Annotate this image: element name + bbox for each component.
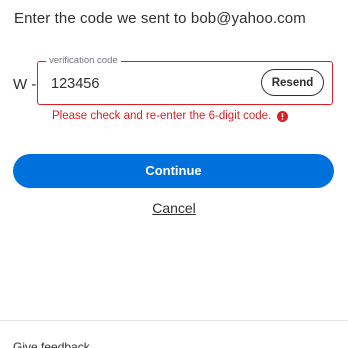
verification-code-label: verification code: [46, 55, 121, 67]
verification-code-field: verification code Resend: [37, 55, 333, 105]
code-prefix: W -: [13, 76, 37, 93]
error-icon: [277, 110, 289, 122]
continue-button[interactable]: Continue: [13, 154, 334, 188]
cancel-link-wrapper: Cancel: [0, 200, 348, 216]
verification-page: Enter the code we sent to bob@yahoo.com …: [0, 0, 348, 348]
give-feedback-link[interactable]: Give feedback: [13, 340, 90, 348]
verification-code-input[interactable]: [51, 76, 241, 92]
resend-button[interactable]: Resend: [261, 69, 324, 96]
instruction-text: Enter the code we sent to bob@yahoo.com: [14, 10, 306, 27]
cancel-link[interactable]: Cancel: [152, 200, 196, 216]
error-text: Please check and re-enter the 6-digit co…: [52, 110, 272, 122]
error-message: Please check and re-enter the 6-digit co…: [52, 110, 289, 122]
divider: [0, 320, 348, 321]
